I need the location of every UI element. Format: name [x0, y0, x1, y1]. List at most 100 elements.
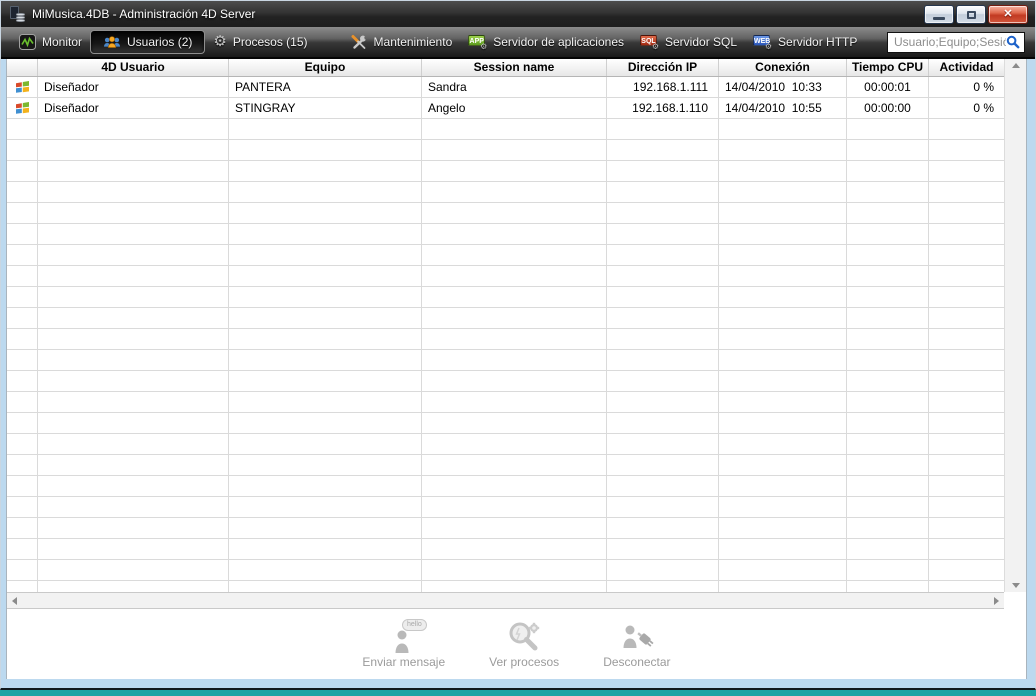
maximize-icon	[967, 11, 976, 19]
cell-actividad: 0 %	[929, 98, 1004, 118]
empty-row	[7, 413, 1004, 434]
cell-usuario: Diseñador	[38, 98, 229, 118]
column-header-tiempo-cpu[interactable]: Tiempo CPU	[847, 59, 929, 76]
empty-row	[7, 329, 1004, 350]
cell-cpu: 00:00:01	[847, 77, 929, 97]
cell-equipo: PANTERA	[229, 77, 422, 97]
app-window: MiMusica.4DB - Administración 4D Server …	[0, 0, 1036, 690]
view-processes-button[interactable]: Ver procesos	[489, 619, 559, 669]
column-header-conexion[interactable]: Conexión	[719, 59, 847, 76]
app-server-icon: APP ⚙	[468, 34, 487, 50]
table-row[interactable]: Diseñador STINGRAY Angelo 192.168.1.110 …	[7, 98, 1004, 119]
empty-row	[7, 287, 1004, 308]
cell-session: Angelo	[422, 98, 607, 118]
close-button[interactable]: ✕	[988, 5, 1028, 24]
empty-row	[7, 581, 1004, 592]
minimize-button[interactable]	[924, 5, 954, 24]
table-header: 4D Usuario Equipo Session name Dirección…	[7, 59, 1004, 77]
empty-row	[7, 266, 1004, 287]
title-bar[interactable]: MiMusica.4DB - Administración 4D Server …	[1, 1, 1035, 27]
scroll-right-icon[interactable]	[994, 597, 999, 605]
cell-actividad: 0 %	[929, 77, 1004, 97]
close-icon: ✕	[1003, 9, 1012, 20]
empty-row	[7, 245, 1004, 266]
horizontal-scrollbar[interactable]	[7, 592, 1004, 609]
users-table-zone: 4D Usuario Equipo Session name Dirección…	[7, 59, 1026, 592]
vertical-scrollbar[interactable]	[1004, 59, 1026, 592]
cell-equipo: STINGRAY	[229, 98, 422, 118]
toolbar: Monitor Usuarios (2) ⚙ Procesos (15) Man…	[1, 27, 1035, 59]
table-row[interactable]: Diseñador PANTERA Sandra 192.168.1.111 1…	[7, 77, 1004, 98]
panel: 4D Usuario Equipo Session name Dirección…	[6, 59, 1027, 679]
scroll-left-icon[interactable]	[12, 597, 17, 605]
tab-label: Usuarios (2)	[127, 35, 192, 49]
search-input[interactable]	[894, 35, 1006, 49]
cell-conexion: 14/04/2010 10:55	[719, 98, 847, 118]
cell-ip: 192.168.1.110	[607, 98, 719, 118]
window-title: MiMusica.4DB - Administración 4D Server	[32, 7, 255, 21]
cell-conexion: 14/04/2010 10:33	[719, 77, 847, 97]
empty-row	[7, 518, 1004, 539]
scroll-up-icon[interactable]	[1012, 63, 1020, 68]
sql-server-icon: SQL ⚙	[640, 34, 659, 50]
empty-row	[7, 539, 1004, 560]
cell-cpu: 00:00:00	[847, 98, 929, 118]
scroll-down-icon[interactable]	[1012, 583, 1020, 588]
content-frame: 4D Usuario Equipo Session name Dirección…	[1, 59, 1035, 688]
empty-row	[7, 560, 1004, 581]
disconnect-button[interactable]: Desconectar	[603, 619, 670, 669]
empty-row	[7, 371, 1004, 392]
disconnect-icon	[614, 619, 660, 653]
tab-label: Servidor HTTP	[778, 35, 857, 49]
4d-server-app-icon	[9, 6, 25, 22]
windows-logo-icon	[7, 98, 38, 118]
tab-servidor-aplicaciones[interactable]: APP ⚙ Servidor de aplicaciones	[460, 31, 632, 53]
view-processes-icon	[501, 619, 547, 653]
action-label: Desconectar	[603, 655, 670, 669]
empty-row	[7, 203, 1004, 224]
empty-row	[7, 455, 1004, 476]
search-icon[interactable]	[1006, 35, 1020, 49]
maximize-button[interactable]	[956, 5, 986, 24]
empty-row	[7, 308, 1004, 329]
monitor-icon	[19, 34, 36, 50]
windows-logo-icon	[7, 77, 38, 97]
empty-row	[7, 161, 1004, 182]
action-label: Enviar mensaje	[362, 655, 445, 669]
column-header-icon[interactable]	[7, 59, 38, 76]
tab-label: Mantenimiento	[374, 35, 453, 49]
minimize-icon	[933, 17, 945, 20]
send-message-icon: hello	[381, 619, 427, 653]
cell-ip: 192.168.1.111	[607, 77, 719, 97]
action-label: Ver procesos	[489, 655, 559, 669]
tab-label: Servidor de aplicaciones	[493, 35, 624, 49]
search-box	[887, 32, 1025, 53]
empty-row	[7, 224, 1004, 245]
empty-row	[7, 497, 1004, 518]
tab-procesos[interactable]: ⚙ Procesos (15)	[205, 31, 315, 53]
gear-icon: ⚙	[213, 34, 226, 50]
tab-monitor[interactable]: Monitor	[11, 31, 90, 53]
users-icon	[103, 34, 121, 50]
column-header-equipo[interactable]: Equipo	[229, 59, 422, 76]
tab-label: Servidor SQL	[665, 35, 737, 49]
column-header-direccion-ip[interactable]: Dirección IP	[607, 59, 719, 76]
small-gear-icon: ⚙	[765, 43, 772, 51]
cell-usuario: Diseñador	[38, 77, 229, 97]
tab-servidor-sql[interactable]: SQL ⚙ Servidor SQL	[632, 31, 745, 53]
send-message-button[interactable]: hello Enviar mensaje	[362, 619, 445, 669]
tools-icon	[350, 34, 368, 50]
column-header-session-name[interactable]: Session name	[422, 59, 607, 76]
cell-session: Sandra	[422, 77, 607, 97]
tab-mantenimiento[interactable]: Mantenimiento	[342, 31, 461, 53]
empty-row	[7, 392, 1004, 413]
column-header-actividad[interactable]: Actividad	[929, 59, 1004, 76]
small-gear-icon: ⚙	[480, 43, 487, 51]
column-header-4d-usuario[interactable]: 4D Usuario	[38, 59, 229, 76]
empty-rows-area	[7, 119, 1004, 592]
users-table: 4D Usuario Equipo Session name Dirección…	[7, 59, 1004, 592]
tab-servidor-http[interactable]: WEB ⚙ Servidor HTTP	[745, 31, 865, 53]
empty-row	[7, 476, 1004, 497]
tab-label: Monitor	[42, 35, 82, 49]
tab-usuarios[interactable]: Usuarios (2)	[90, 30, 205, 54]
